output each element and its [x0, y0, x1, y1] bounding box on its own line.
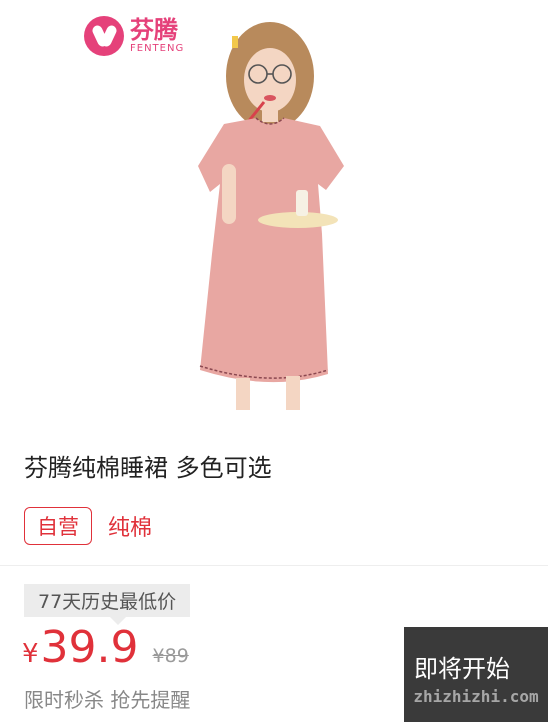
brand-name-cn: 芬腾	[130, 16, 178, 44]
currency-symbol: ¥	[22, 639, 39, 669]
product-photo	[198, 22, 344, 410]
product-title: 芬腾纯棉睡裙 多色可选	[24, 454, 272, 482]
product-image-area[interactable]: 芬腾 FENTENG	[0, 0, 548, 420]
cotton-tag: 纯棉	[108, 516, 153, 541]
brand-mark-icon	[84, 16, 124, 56]
sale-price: 39.9	[40, 622, 139, 673]
coming-soon-label: 即将开始	[414, 655, 510, 683]
brand-name-en: FENTENG	[130, 43, 185, 54]
brand-logo: 芬腾 FENTENG	[84, 16, 184, 56]
product-tags: 自营 纯棉	[24, 507, 152, 545]
self-operated-tag: 自营	[24, 507, 92, 545]
history-low-badge: 77天历史最低价	[24, 584, 191, 625]
original-price: ¥89	[152, 645, 189, 667]
watermark: zhizhizhi.com	[413, 687, 539, 706]
coming-soon-banner[interactable]: 即将开始 zhizhizhi.com	[404, 627, 548, 722]
divider	[0, 565, 548, 566]
price-row: ¥ 39.9 ¥89	[22, 622, 189, 673]
flash-sale-reminder[interactable]: 限时秒杀 抢先提醒	[24, 684, 190, 713]
